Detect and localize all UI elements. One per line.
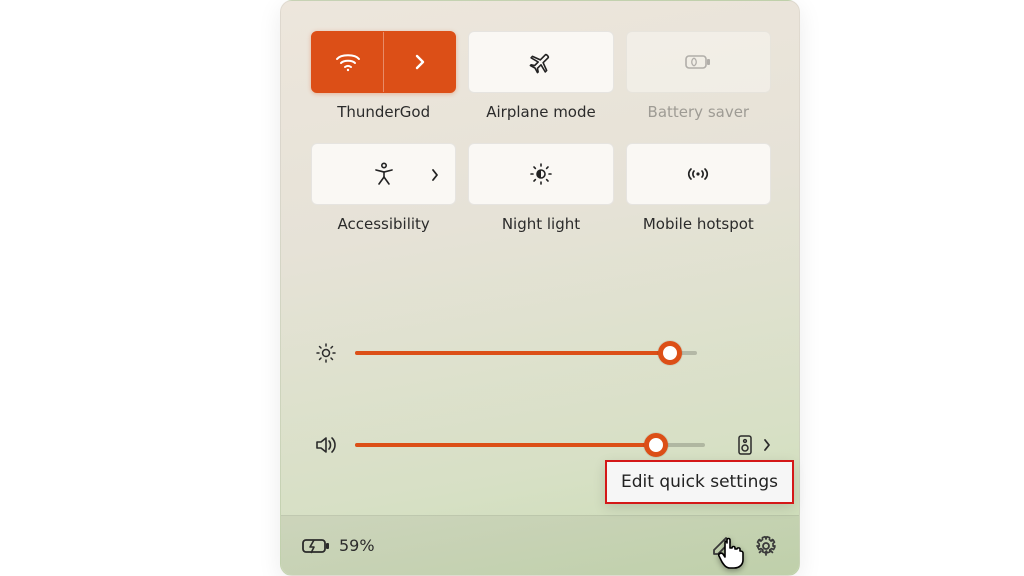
battery-saver-tile-wrap: Battery saver [626, 31, 771, 121]
quick-action-grid: ThunderGod Airplane mode Battery saver [311, 31, 771, 233]
wifi-expand-button[interactable] [384, 32, 455, 92]
battery-saver-tile [626, 31, 771, 93]
accessibility-tile[interactable] [311, 143, 456, 205]
brightness-icon [311, 342, 341, 364]
settings-button[interactable] [753, 533, 779, 559]
night-light-tile[interactable] [468, 143, 613, 205]
volume-icon [311, 434, 341, 456]
wifi-tile[interactable] [311, 31, 456, 93]
accessibility-tile-wrap: Accessibility [311, 143, 456, 233]
volume-slider-thumb[interactable] [644, 433, 668, 457]
airplane-icon [528, 50, 554, 74]
battery-saver-icon [683, 52, 713, 72]
chevron-right-icon [431, 168, 439, 182]
hotspot-tile-wrap: Mobile hotspot [626, 143, 771, 233]
brightness-slider[interactable] [355, 341, 697, 365]
accessibility-tile-label: Accessibility [338, 215, 430, 233]
wifi-tile-wrap: ThunderGod [311, 31, 456, 121]
slider-area [311, 336, 771, 462]
hotspot-tile-label: Mobile hotspot [643, 215, 754, 233]
volume-slider[interactable] [355, 433, 705, 457]
wifi-tile-label: ThunderGod [337, 103, 430, 121]
chevron-right-icon [414, 53, 426, 71]
battery-percent-label: 59% [339, 536, 375, 555]
tooltip-edit-quick-settings: Edit quick settings [605, 460, 794, 504]
battery-charging-icon [301, 536, 331, 556]
audio-output-button[interactable] [763, 438, 771, 452]
audio-device-icon [737, 434, 753, 456]
wifi-toggle-area[interactable] [312, 32, 384, 92]
night-light-tile-label: Night light [502, 215, 580, 233]
battery-status[interactable]: 59% [301, 536, 375, 556]
brightness-slider-thumb[interactable] [658, 341, 682, 365]
wifi-icon [335, 52, 361, 72]
night-light-icon [529, 162, 553, 186]
volume-slider-row [311, 428, 771, 462]
chevron-right-icon [763, 438, 771, 452]
airplane-tile-label: Airplane mode [486, 103, 596, 121]
accessibility-icon [373, 162, 395, 186]
airplane-tile[interactable] [468, 31, 613, 93]
gear-icon [755, 535, 777, 557]
battery-saver-tile-label: Battery saver [648, 103, 750, 121]
airplane-tile-wrap: Airplane mode [468, 31, 613, 121]
night-light-tile-wrap: Night light [468, 143, 613, 233]
brightness-slider-row [311, 336, 771, 370]
hotspot-tile[interactable] [626, 143, 771, 205]
mouse-pointer-icon [716, 534, 746, 570]
hotspot-icon [685, 163, 711, 185]
